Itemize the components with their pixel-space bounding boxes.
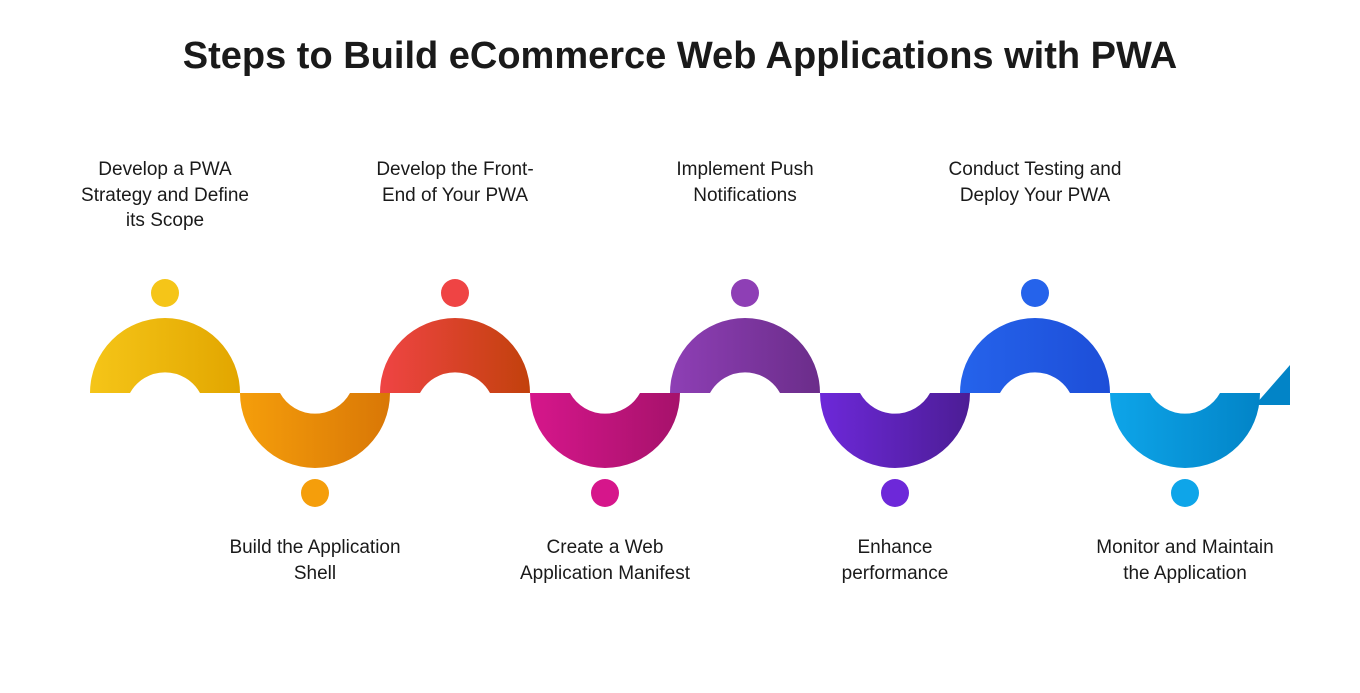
- step-2-arc: [240, 393, 390, 507]
- step-6-arc: [820, 393, 970, 507]
- step-1-label: Develop a PWA Strategy and Define its Sc…: [75, 157, 255, 234]
- arrow-head-icon: [1255, 365, 1290, 405]
- step-5-arc: [670, 279, 820, 393]
- step-2-label: Build the Application Shell: [225, 535, 405, 586]
- step-3-label: Develop the Front-End of Your PWA: [365, 157, 545, 208]
- step-8-arc: [1110, 393, 1260, 507]
- step-1-arc: [90, 279, 240, 393]
- step-7-arc: [960, 279, 1110, 393]
- step-4-arc: [530, 393, 680, 507]
- step-6-label: Enhance performance: [805, 535, 985, 586]
- step-5-label: Implement Push Notifications: [655, 157, 835, 208]
- wave-diagram: [0, 35, 1360, 693]
- step-3-arc: [380, 279, 530, 393]
- step-8-label: Monitor and Maintain the Application: [1095, 535, 1275, 586]
- step-7-label: Conduct Testing and Deploy Your PWA: [945, 157, 1125, 208]
- step-4-label: Create a Web Application Manifest: [515, 535, 695, 586]
